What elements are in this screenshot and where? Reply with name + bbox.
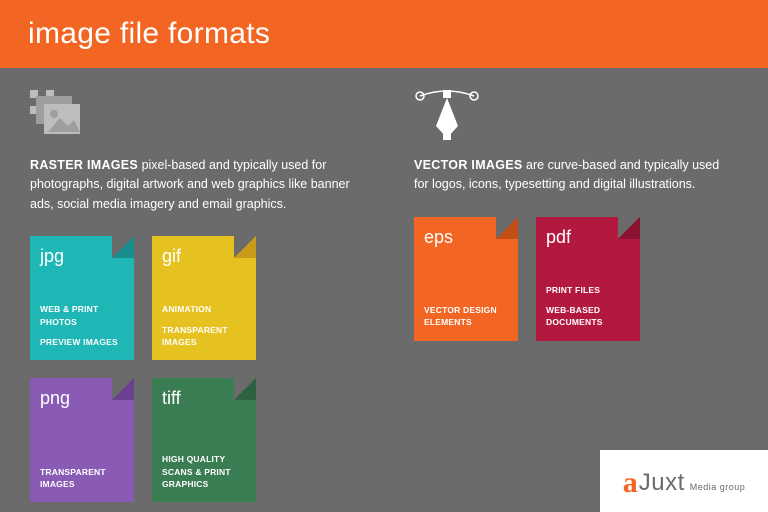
raster-card-jpg: jpg WEB & PRINT PHOTOSPREVIEW IMAGES — [30, 236, 134, 360]
format-uses: HIGH QUALITY SCANS & PRINT GRAPHICS — [162, 445, 246, 490]
format-uses: TRANSPARENT IMAGES — [40, 458, 124, 491]
vector-icon — [414, 90, 738, 146]
format-label: eps — [424, 227, 508, 248]
vector-card-eps: eps VECTOR DESIGN ELEMENTS — [414, 217, 518, 341]
vector-heading: VECTOR IMAGES — [414, 158, 523, 172]
raster-heading: RASTER IMAGES — [30, 158, 138, 172]
brand-logo: a Juxt Media group — [600, 450, 768, 512]
raster-card-tiff: tiff HIGH QUALITY SCANS & PRINT GRAPHICS — [152, 378, 256, 502]
format-label: jpg — [40, 246, 124, 267]
raster-cards: jpg WEB & PRINT PHOTOSPREVIEW IMAGES gif AN… — [30, 236, 290, 502]
vector-cards: eps VECTOR DESIGN ELEMENTS pdf PRINT FILESW… — [414, 217, 674, 341]
format-label: png — [40, 388, 124, 409]
format-uses: ANIMATIONTRANSPARENT IMAGES — [162, 295, 246, 348]
logo-mark: a — [623, 466, 638, 500]
raster-description: RASTER IMAGES pixel-based and typically … — [30, 156, 350, 214]
raster-icon — [30, 90, 354, 146]
format-label: tiff — [162, 388, 246, 409]
format-label: gif — [162, 246, 246, 267]
vector-card-pdf: pdf PRINT FILESWEB-BASED DOCUMENTS — [536, 217, 640, 341]
raster-column: RASTER IMAGES pixel-based and typically … — [30, 90, 354, 502]
raster-card-gif: gif ANIMATIONTRANSPARENT IMAGES — [152, 236, 256, 360]
format-uses: WEB & PRINT PHOTOSPREVIEW IMAGES — [40, 295, 124, 348]
content-area: RASTER IMAGES pixel-based and typically … — [0, 68, 768, 502]
format-uses: PRINT FILESWEB-BASED DOCUMENTS — [546, 276, 630, 329]
format-uses: VECTOR DESIGN ELEMENTS — [424, 296, 508, 329]
format-label: pdf — [546, 227, 630, 248]
vector-column: VECTOR IMAGES are curve-based and typica… — [414, 90, 738, 502]
logo-sub: Media group — [690, 482, 746, 492]
vector-description: VECTOR IMAGES are curve-based and typica… — [414, 156, 734, 195]
page-title: image file formats — [28, 17, 270, 51]
logo-name: Juxt — [639, 469, 685, 497]
raster-card-png: png TRANSPARENT IMAGES — [30, 378, 134, 502]
header-bar: image file formats — [0, 0, 768, 68]
